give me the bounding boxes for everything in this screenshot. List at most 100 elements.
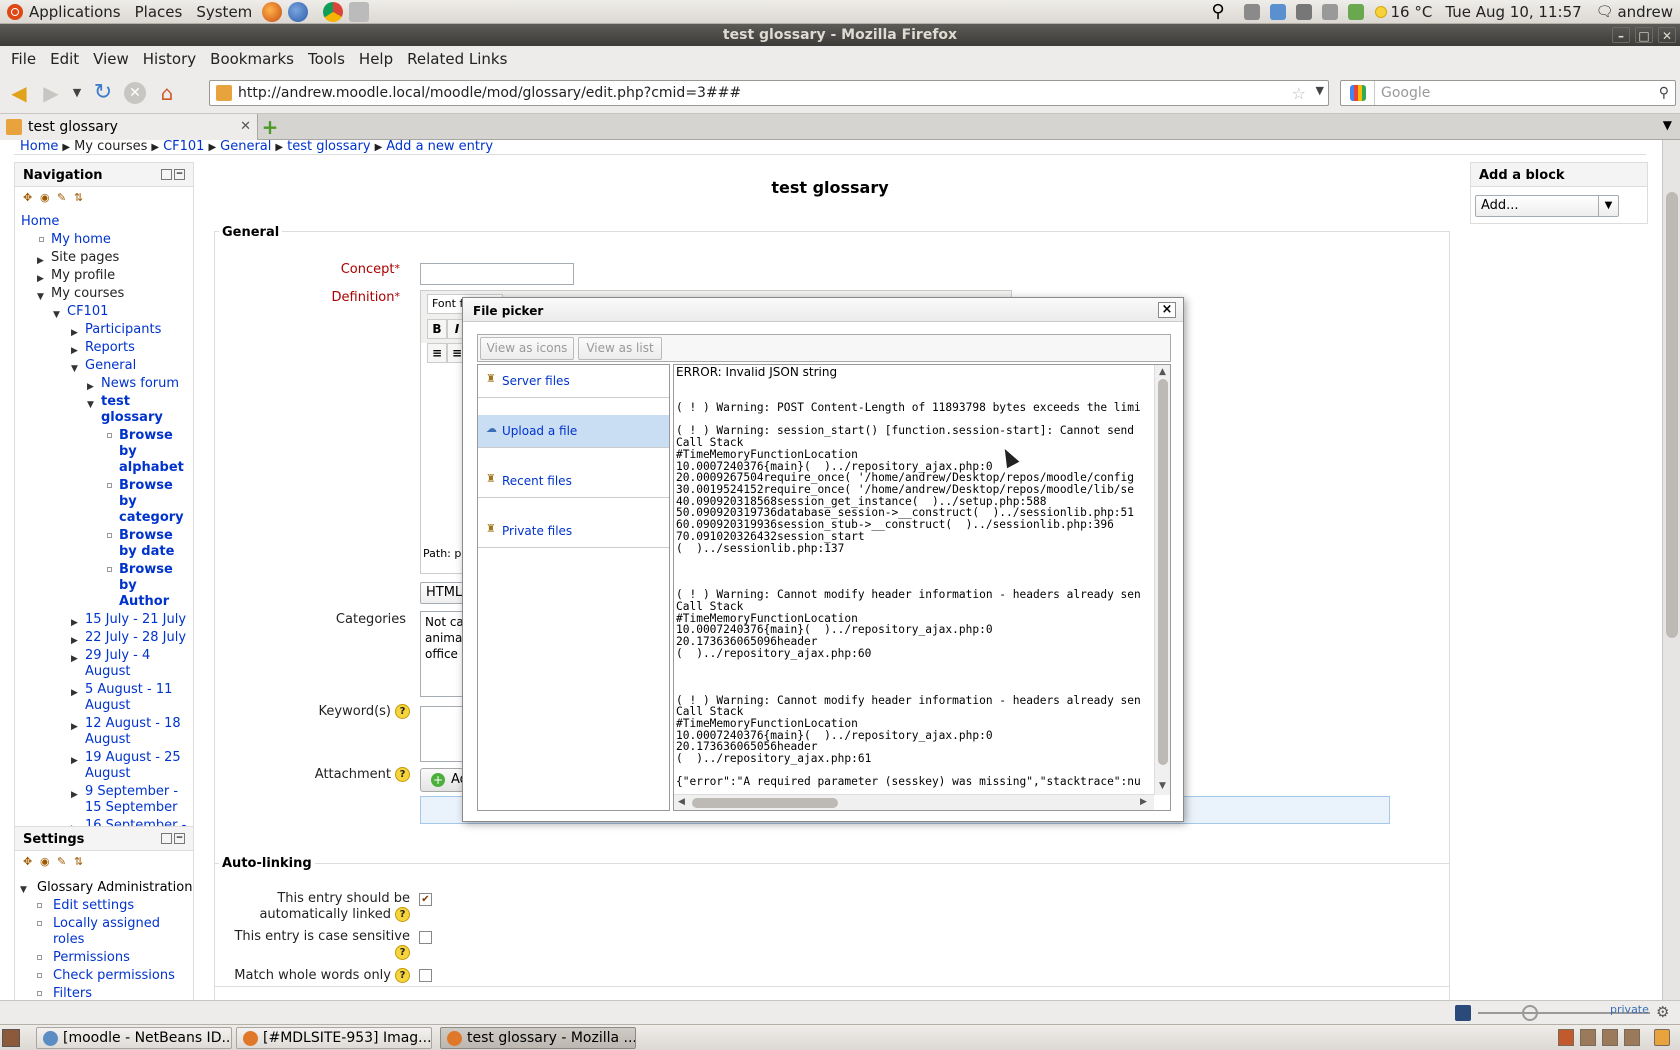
workspace-1[interactable] (1558, 1029, 1574, 1046)
search-engine-selector[interactable] (1341, 81, 1375, 105)
task-netbeans[interactable]: [moodle - NetBeans ID... (36, 1027, 232, 1049)
nav-item[interactable]: ▶ 5 August - 11 August (15, 681, 193, 715)
edit-pencil-icon[interactable]: ✎ (57, 856, 68, 868)
addon-status-icon[interactable] (1455, 1005, 1471, 1021)
breadcrumb-home[interactable]: Home (20, 140, 58, 154)
clock[interactable]: Tue Aug 10, 11:57 (1438, 0, 1588, 24)
dropbox-icon[interactable] (1269, 3, 1286, 20)
firefox-launcher-icon[interactable] (262, 1, 283, 22)
maximize-button[interactable]: □ (1635, 27, 1653, 43)
trash-icon[interactable] (1654, 1029, 1670, 1046)
nav-item-label[interactable]: 12 August - 18 August (85, 716, 181, 747)
nav-item-label[interactable]: Browse by alphabet (119, 428, 184, 475)
nav-item[interactable]: ▶ 19 August - 25 August (15, 749, 193, 783)
collapsed-triangle-icon[interactable]: ▶ (71, 753, 78, 769)
repo-label[interactable]: Upload a file (502, 424, 577, 438)
url-bar[interactable]: http://andrew.moodle.local/moodle/mod/gl… (209, 80, 1329, 106)
settings-item-edit[interactable]: Edit settings (15, 897, 193, 915)
move-updown-icon[interactable]: ⇅ (74, 192, 85, 204)
magnifier-icon[interactable]: ⚲ (1659, 85, 1669, 101)
collapsed-triangle-icon[interactable]: ▶ (71, 719, 78, 735)
bookmark-star-icon[interactable]: ☆ (1292, 84, 1306, 103)
places-menu[interactable]: Places (128, 0, 190, 24)
settings-item-label[interactable]: Edit settings (53, 898, 134, 913)
settings-item-label[interactable]: Filters (53, 986, 92, 1000)
breadcrumb-test-glossary[interactable]: test glossary (287, 140, 370, 154)
search-icon[interactable]: ⚲ (1211, 1, 1224, 22)
nav-item[interactable]: ▶ News forum (15, 375, 193, 393)
settings-item-label[interactable]: Check permissions (53, 968, 175, 983)
tab-test-glossary[interactable]: test glossary ✕ (0, 114, 258, 140)
indicator-icon[interactable] (1243, 3, 1260, 20)
move-icon[interactable]: ✥ (23, 192, 34, 204)
content-horizontal-scrollbar[interactable]: ◀ ▶ (674, 794, 1154, 810)
zoom-slider-knob[interactable] (1522, 1005, 1538, 1021)
menu-bookmarks[interactable]: Bookmarks (203, 50, 301, 68)
nav-item[interactable]: ▶ Participants (15, 321, 193, 339)
repo-recent-files[interactable]: ♜ Recent files (478, 465, 669, 498)
history-dropdown[interactable]: ▼ (70, 80, 84, 106)
nav-item[interactable]: ▶ 9 September - 15 September (15, 783, 193, 817)
nav-item-label[interactable]: General (85, 358, 136, 373)
menu-view[interactable]: View (86, 50, 136, 68)
help-icon[interactable]: ? (395, 945, 410, 960)
move-updown-icon[interactable]: ⇅ (74, 856, 85, 868)
settings-item-check-permissions[interactable]: Check permissions (15, 967, 193, 985)
nav-item-label[interactable]: 9 September - 15 September (85, 784, 178, 815)
system-menu[interactable]: System (189, 0, 259, 24)
network-icon[interactable] (1321, 3, 1338, 20)
repo-private-files[interactable]: ♜ Private files (478, 515, 669, 548)
nav-item[interactable]: ▶ Reports (15, 339, 193, 357)
scroll-up-icon[interactable]: ▲ (1159, 367, 1166, 377)
nav-item[interactable]: ▶ 15 July - 21 July (15, 611, 193, 629)
dock-icon[interactable] (161, 169, 172, 180)
edit-pencil-icon[interactable]: ✎ (57, 192, 68, 204)
workspace-2[interactable] (1580, 1029, 1596, 1046)
window-titlebar[interactable]: test glossary - Mozilla Firefox – □ ✕ (0, 24, 1680, 46)
settings-item-roles[interactable]: Locally assigned roles (15, 915, 193, 949)
nav-item-label[interactable]: News forum (101, 376, 179, 391)
nav-item-label[interactable]: 29 July - 4 August (85, 648, 150, 679)
nav-item[interactable]: My home (15, 231, 193, 249)
nav-item-label[interactable]: Home (21, 214, 59, 229)
private-browsing-label[interactable]: private (1610, 1003, 1649, 1016)
autolink-checkbox[interactable]: ✔ (419, 893, 432, 906)
menu-tools[interactable]: Tools (301, 50, 352, 68)
dock-icon[interactable] (161, 833, 172, 844)
gear-icon[interactable]: ⚙ (1656, 1003, 1669, 1021)
collapsed-triangle-icon[interactable]: ▶ (71, 651, 78, 667)
search-bar[interactable]: Google ⚲ (1340, 80, 1676, 106)
new-tab-button[interactable]: + (258, 116, 282, 138)
bullet-list-button[interactable]: ≡ (427, 343, 447, 363)
expanded-triangle-icon[interactable]: ▼ (87, 397, 94, 413)
back-button[interactable]: ◀ (6, 80, 32, 106)
nav-item-label[interactable]: CF101 (67, 304, 108, 319)
nav-item[interactable]: Browse by category (15, 477, 193, 527)
hide-eye-icon[interactable]: ◉ (40, 192, 51, 204)
reload-button[interactable]: ↻ (90, 80, 116, 106)
menu-history[interactable]: History (136, 50, 203, 68)
nav-item[interactable]: Browse by Author (15, 561, 193, 611)
nav-item[interactable]: ▼ test glossary (15, 393, 193, 427)
nav-item[interactable]: Browse by date (15, 527, 193, 561)
temperature-label[interactable]: 16 °C (1391, 0, 1439, 24)
workspace-4[interactable] (1624, 1029, 1640, 1046)
settings-item-label[interactable]: Locally assigned roles (53, 916, 160, 947)
nav-item[interactable]: ▶ 29 July - 4 August (15, 647, 193, 681)
breadcrumb-add-entry[interactable]: Add a new entry (386, 140, 493, 154)
collapsed-triangle-icon[interactable]: ▶ (71, 787, 78, 803)
page-scrollbar[interactable] (1662, 140, 1680, 1000)
home-button[interactable]: ⌂ (154, 80, 180, 106)
nav-item-label[interactable]: My courses (51, 286, 124, 301)
chrome-launcher-icon[interactable] (323, 1, 344, 22)
menu-file[interactable]: File (4, 50, 43, 68)
applications-menu[interactable]: Applications (0, 0, 128, 24)
show-desktop-icon[interactable] (2, 1029, 20, 1047)
whole-words-checkbox[interactable] (419, 969, 432, 982)
view-as-icons-button[interactable]: View as icons (480, 337, 574, 360)
stop-button[interactable]: ✕ (122, 80, 148, 106)
scroll-down-icon[interactable]: ▼ (1159, 781, 1166, 791)
file-picker-close-button[interactable]: × (1158, 302, 1176, 318)
nav-item-label[interactable]: test glossary (101, 394, 163, 425)
nav-item[interactable]: ▶ 22 July - 28 July (15, 629, 193, 647)
